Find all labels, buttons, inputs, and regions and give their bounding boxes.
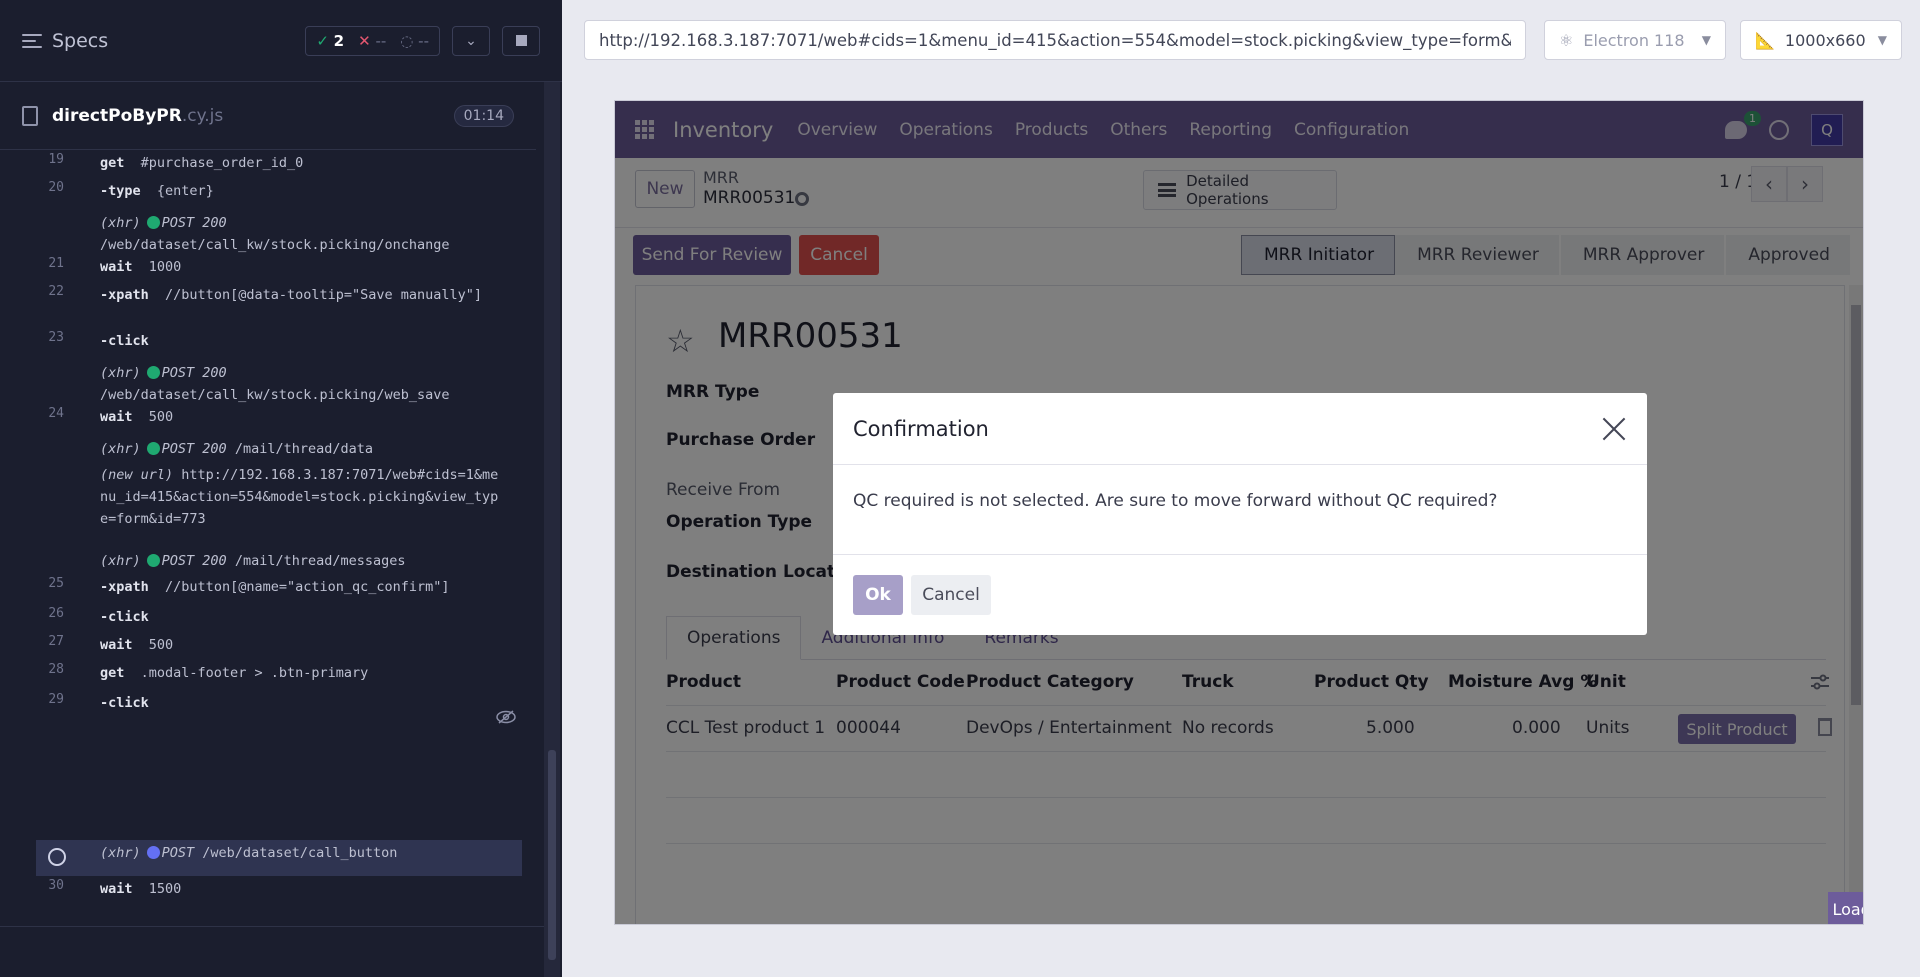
close-icon[interactable] bbox=[1601, 416, 1627, 442]
dialog-title: Confirmation bbox=[853, 416, 989, 441]
url-text: http://192.168.3.187:7071/web#cids=1&men… bbox=[599, 30, 1511, 50]
new-url-row[interactable]: (new url) http://192.168.3.187:7071/web#… bbox=[36, 464, 522, 530]
loading-indicator: Loading bbox=[1828, 892, 1863, 924]
spec-file-name[interactable]: directPoByPR bbox=[52, 106, 182, 126]
pending-count: -- bbox=[418, 31, 429, 50]
stop-icon bbox=[515, 35, 527, 46]
specs-title[interactable]: Specs bbox=[52, 30, 108, 52]
file-icon bbox=[22, 105, 38, 126]
dialog-header: Confirmation bbox=[833, 393, 1647, 465]
command-row[interactable]: 19 get #purchase_order_id_0 bbox=[36, 152, 522, 174]
xhr-row[interactable]: (xhr) POST 200/web/dataset/call_kw/stock.… bbox=[36, 212, 522, 256]
chevron-down-icon: ▼ bbox=[1701, 33, 1711, 47]
confirmation-dialog: Confirmation QC required is not selected… bbox=[833, 393, 1647, 635]
dialog-message: QC required is not selected. Are sure to… bbox=[833, 465, 1647, 555]
electron-icon: ⚛ bbox=[1559, 30, 1574, 50]
viewport-selector[interactable]: 📐 1000x660 ▼ bbox=[1740, 20, 1902, 60]
command-row[interactable]: 26 -click bbox=[36, 606, 522, 628]
runner-footer bbox=[0, 926, 544, 977]
xhr-row[interactable]: (xhr) POST 200/web/dataset/call_kw/stock.… bbox=[36, 362, 522, 406]
status-dot-icon bbox=[146, 216, 160, 229]
command-row[interactable]: 29 -click bbox=[36, 692, 522, 714]
status-dot-icon bbox=[146, 442, 160, 455]
command-row[interactable]: 22 -xpath //button[@data-tooltip="Save ma… bbox=[36, 284, 522, 306]
dialog-footer: Ok Cancel bbox=[833, 555, 1647, 635]
ruler-icon: 📐 bbox=[1755, 30, 1775, 50]
failed-count: -- bbox=[375, 31, 387, 50]
chevron-down-icon: ⌄ bbox=[465, 32, 477, 49]
aut-frame: Inventory Overview Operations Products O… bbox=[614, 100, 1864, 925]
runner-scroll-thumb[interactable] bbox=[548, 750, 556, 960]
command-log-tail: (xhr) POST /web/dataset/call_button 30 wai… bbox=[36, 842, 522, 902]
status-dot-icon bbox=[146, 846, 160, 859]
status-dot-icon bbox=[146, 554, 160, 567]
menu-icon[interactable] bbox=[22, 33, 42, 49]
command-row[interactable]: 21 wait 1000 bbox=[36, 256, 522, 278]
xhr-row[interactable]: (xhr) POST 200 /mail/thread/messages bbox=[36, 550, 522, 572]
passed-count: 2 bbox=[333, 31, 345, 50]
browser-selector[interactable]: ⚛ Electron 118 ▼ bbox=[1544, 20, 1726, 60]
command-row[interactable]: 23 -click bbox=[36, 330, 522, 352]
chevron-down-icon: ▼ bbox=[1877, 33, 1887, 47]
pending-icon: ◌ bbox=[400, 31, 414, 50]
url-bar[interactable]: http://192.168.3.187:7071/web#cids=1&men… bbox=[584, 20, 1526, 60]
command-row[interactable]: 25 -xpath //button[@name="action_qc_confi… bbox=[36, 576, 522, 598]
run-duration: 01:14 bbox=[453, 104, 514, 127]
command-row[interactable]: 28 get .modal-footer > .btn-primary bbox=[36, 662, 522, 684]
check-icon: ✓ bbox=[316, 31, 329, 50]
stats-box: ✓ 2 ✕ -- ◌ -- bbox=[305, 25, 440, 56]
ok-button[interactable]: Ok bbox=[853, 575, 903, 615]
cancel-button[interactable]: Cancel bbox=[911, 575, 991, 615]
app-preview-area: http://192.168.3.187:7071/web#cids=1&men… bbox=[562, 0, 1920, 977]
test-stats: ✓ 2 ✕ -- ◌ -- ⌄ bbox=[305, 25, 540, 56]
xhr-row[interactable]: (xhr) POST 200 /mail/thread/data bbox=[36, 438, 522, 460]
command-row[interactable]: 20 -type {enter} bbox=[36, 180, 522, 202]
spec-file-ext: .cy.js bbox=[181, 105, 224, 126]
spec-file-bar: directPoByPR .cy.js 01:14 bbox=[0, 82, 536, 150]
command-row[interactable]: 24 wait 500 bbox=[36, 406, 522, 428]
cypress-runner-panel: Specs ✓ 2 ✕ -- ◌ -- ⌄ directPoByPR .cy.j… bbox=[0, 0, 562, 977]
command-row[interactable]: 27 wait 500 bbox=[36, 634, 522, 656]
xhr-row[interactable]: (xhr) POST /web/dataset/call_button bbox=[36, 842, 522, 864]
collapse-button[interactable]: ⌄ bbox=[452, 25, 490, 56]
eye-slash-icon[interactable] bbox=[496, 710, 516, 724]
x-icon: ✕ bbox=[358, 31, 371, 50]
specs-header: Specs ✓ 2 ✕ -- ◌ -- ⌄ bbox=[0, 0, 562, 82]
command-row[interactable]: 30 wait 1500 bbox=[36, 878, 522, 900]
command-log: 19 get #purchase_order_id_0 20 -type {ente… bbox=[36, 150, 522, 910]
status-dot-icon bbox=[146, 366, 160, 379]
stop-button[interactable] bbox=[502, 25, 540, 56]
